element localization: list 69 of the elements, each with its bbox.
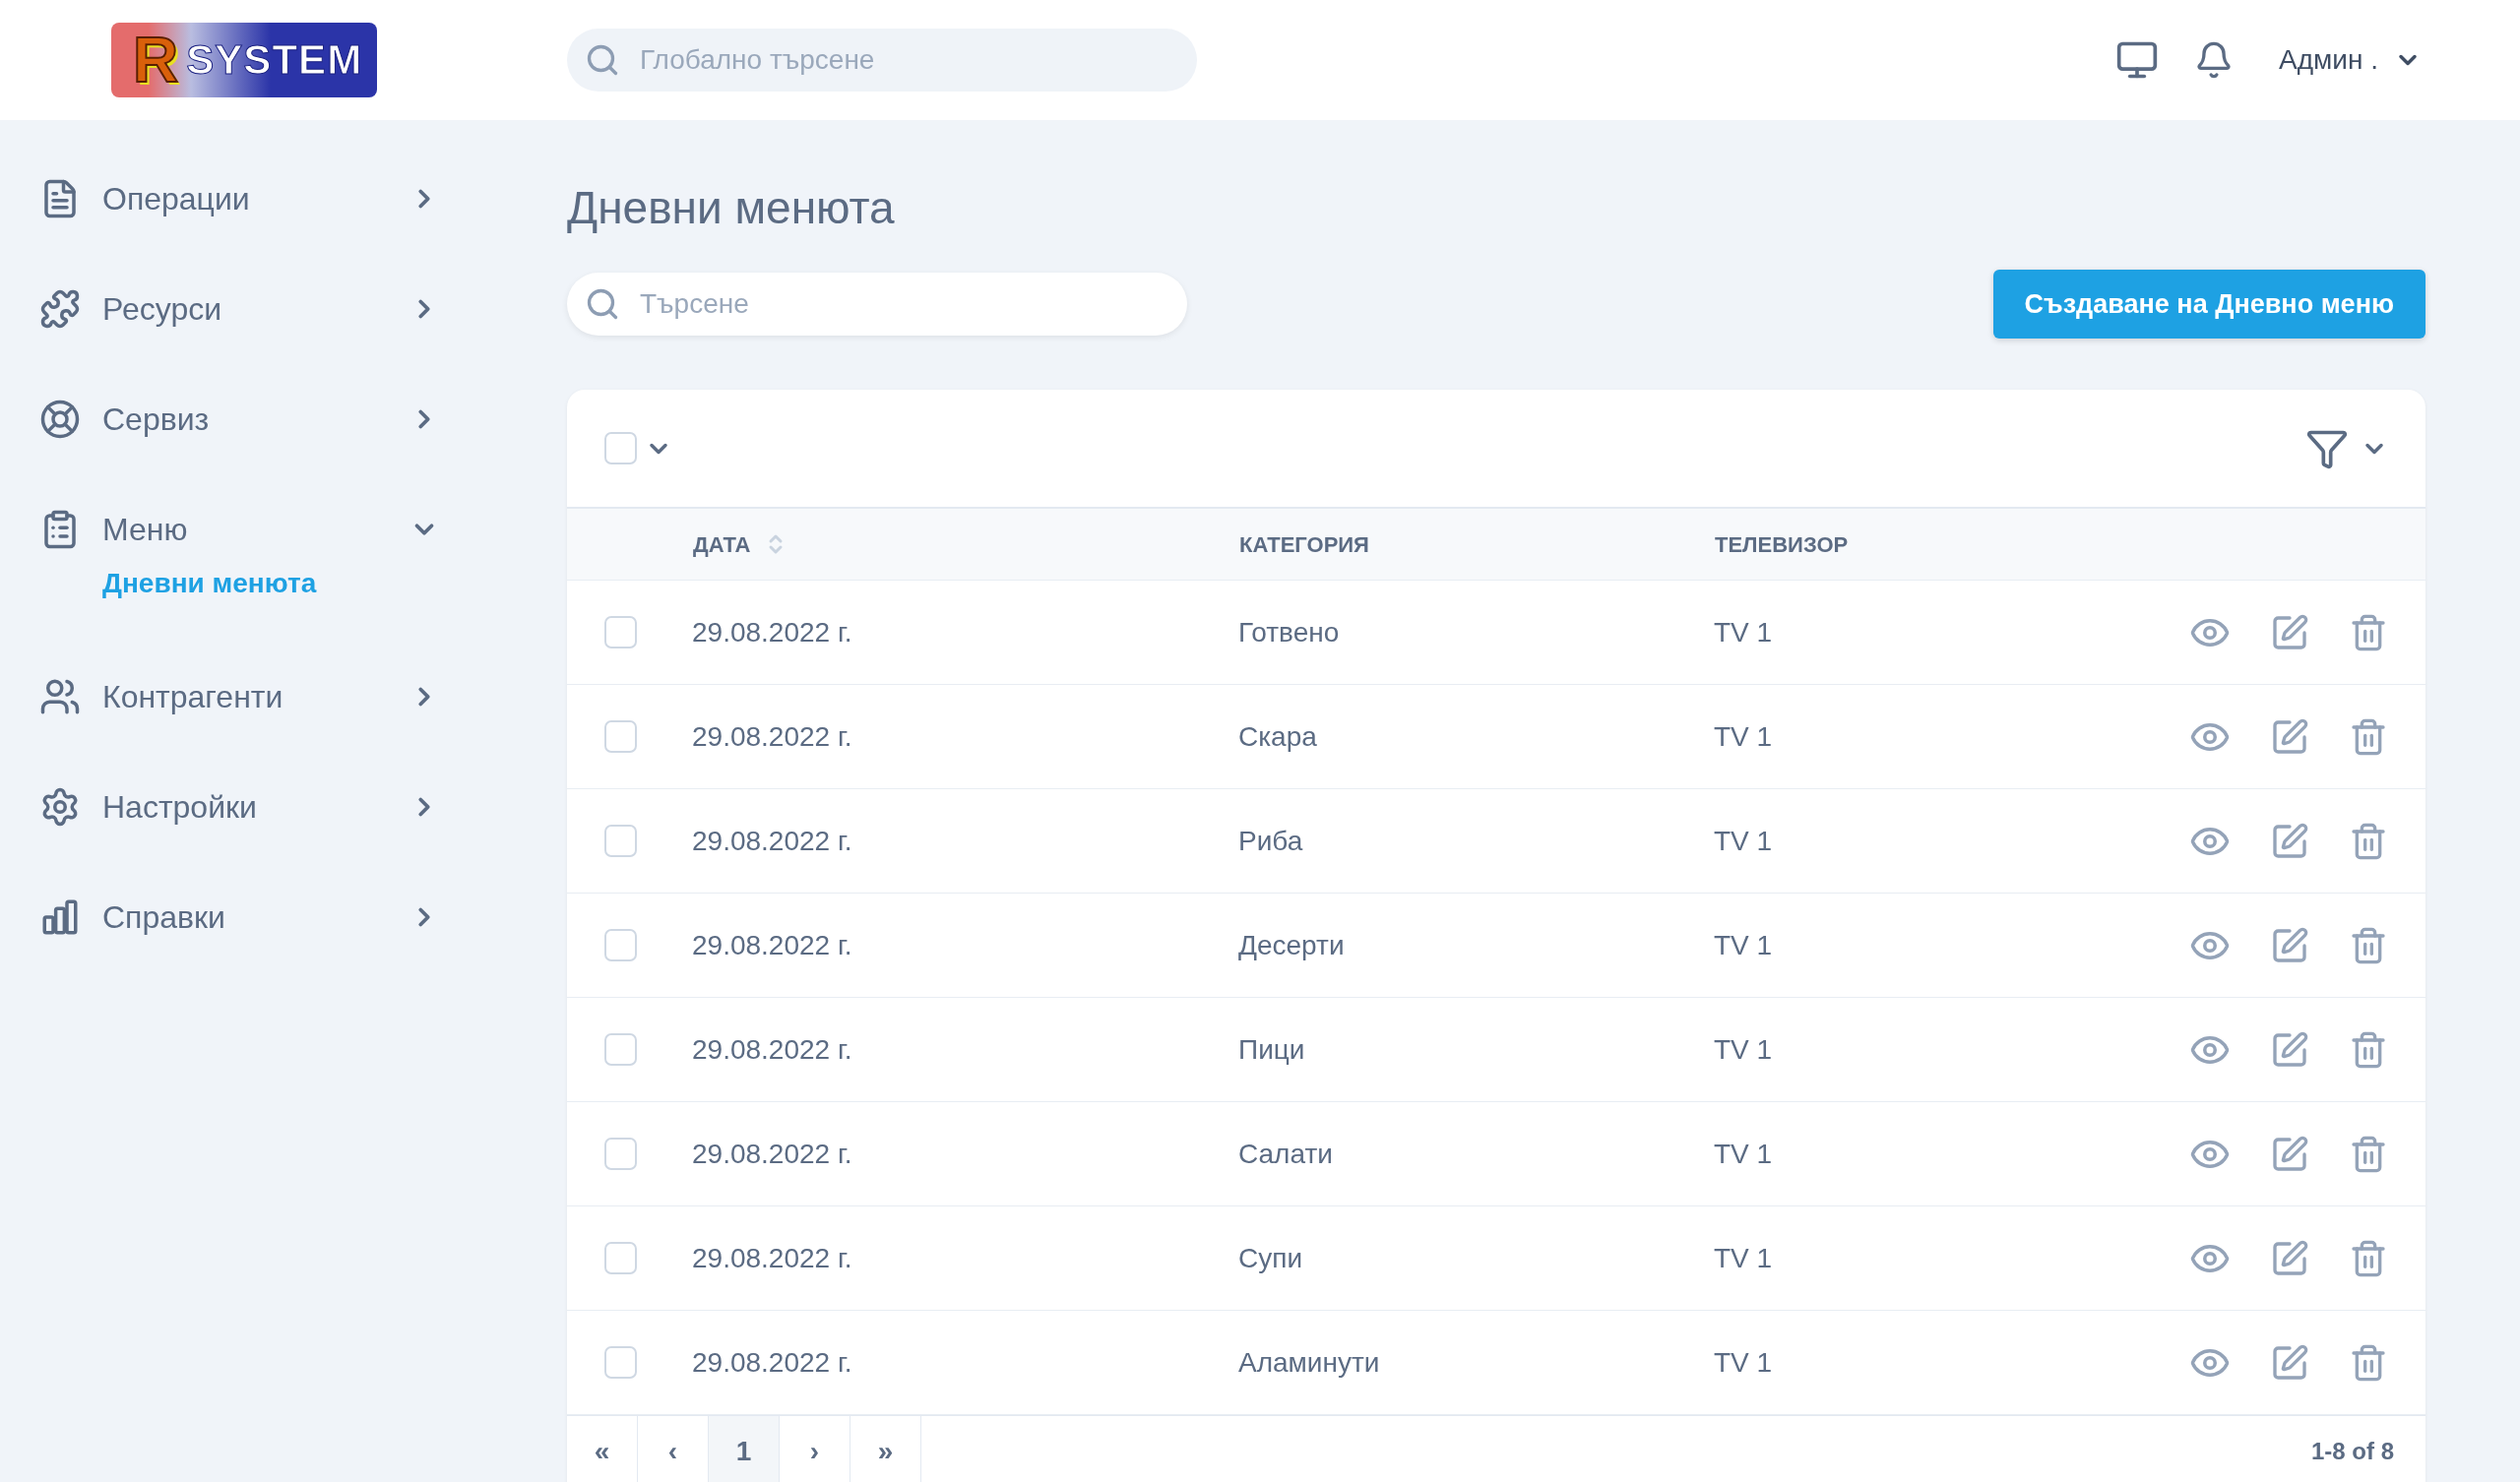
checkbox[interactable]: [604, 1242, 637, 1274]
search-field[interactable]: Търсене: [567, 273, 1187, 336]
table-cell-text: 29.08.2022 г.: [692, 1137, 853, 1171]
checkbox[interactable]: [604, 616, 637, 648]
checkbox[interactable]: [604, 432, 637, 464]
puzzle-icon: [39, 288, 81, 330]
sidebar-item[interactable]: Операции: [39, 144, 439, 254]
edit-icon[interactable]: [2270, 1342, 2309, 1383]
table-cell-text: Скара: [1238, 719, 1318, 754]
search-icon: [585, 42, 620, 78]
table-cell-text: TV 1: [1714, 928, 1774, 962]
table-cell-text: 29.08.2022 г.: [692, 719, 853, 754]
table-cell-text: Риба: [1238, 824, 1304, 858]
table-cell-text: TV 1: [1714, 615, 1774, 649]
table-cell-text: Салати: [1238, 1137, 1334, 1171]
sidebar-label: Контрагенти: [102, 678, 284, 716]
checkbox[interactable]: [604, 929, 637, 961]
global-search-field[interactable]: Глобално търсене: [567, 29, 1197, 92]
create-button[interactable]: Създаване на Дневно меню: [1992, 270, 2426, 339]
sidebar-item[interactable]: Ресурси: [39, 254, 439, 364]
table-cell-text: 29.08.2022 г.: [692, 1032, 853, 1067]
table-cell-text: TV 1: [1714, 824, 1774, 858]
checkbox[interactable]: [604, 825, 637, 857]
table-cell-text: 29.08.2022 г.: [692, 615, 853, 649]
edit-icon[interactable]: [2270, 1029, 2309, 1070]
page-button[interactable]: «: [567, 1416, 638, 1482]
edit-icon[interactable]: [2270, 716, 2309, 757]
table-cell-text: Готвено: [1238, 615, 1341, 649]
edit-icon[interactable]: [2270, 612, 2309, 652]
sidebar-item[interactable]: Настройки: [39, 752, 439, 862]
edit-icon[interactable]: [2270, 821, 2309, 861]
sidebar-label: Сервиз: [102, 401, 211, 439]
sidebar-subitem[interactable]: Дневни менюта: [39, 563, 439, 642]
table-cell-text: 29.08.2022 г.: [692, 928, 853, 962]
sidebar-item[interactable]: Контрагенти: [39, 642, 439, 752]
lifebuoy-icon: [39, 399, 81, 440]
sidebar-label: Ресурси: [102, 290, 223, 329]
table-cell-text: TV 1: [1714, 719, 1774, 754]
sidebar-label: Настройки: [102, 788, 258, 827]
sidebar-label: Справки: [102, 898, 226, 937]
table-cell-text: 29.08.2022 г.: [692, 1241, 853, 1275]
table-cell-text: 29.08.2022 г.: [692, 824, 853, 858]
sidebar-label: Меню: [102, 511, 189, 549]
table-cell-text: Аламинути: [1238, 1345, 1381, 1380]
table-cell-text: Супи: [1238, 1241, 1304, 1275]
column-header[interactable]: ТЕЛЕВИЗОР: [1715, 527, 1849, 561]
sidebar-label: Операции: [102, 180, 251, 218]
sidebar-item[interactable]: Справки: [39, 862, 439, 972]
table-cell-text: Десерти: [1238, 928, 1346, 962]
sidebar-item[interactable]: Сервиз: [39, 364, 439, 474]
table-cell-text: TV 1: [1714, 1345, 1774, 1380]
table-cell-text: 29.08.2022 г.: [692, 1345, 853, 1380]
edit-icon[interactable]: [2270, 1238, 2309, 1278]
edit-icon[interactable]: [2270, 925, 2309, 965]
edit-icon[interactable]: [2270, 1134, 2309, 1174]
table-cell-text: TV 1: [1714, 1137, 1774, 1171]
checkbox[interactable]: [604, 1033, 637, 1066]
table-cell-text: TV 1: [1714, 1032, 1774, 1067]
checkbox[interactable]: [604, 720, 637, 753]
user-menu-button[interactable]: Админ .: [2279, 39, 2422, 81]
column-header[interactable]: ДАТА: [693, 527, 788, 561]
checkbox[interactable]: [604, 1138, 637, 1170]
page-button[interactable]: 1: [709, 1416, 780, 1482]
column-header[interactable]: КАТЕГОРИЯ: [1239, 527, 1369, 561]
table-cell-text: Пици: [1238, 1032, 1306, 1067]
table-cell-text: TV 1: [1714, 1241, 1774, 1275]
search-icon: [585, 286, 620, 322]
page-range: 1-8 of 8: [2310, 1436, 2395, 1466]
checkbox[interactable]: [604, 1346, 637, 1379]
